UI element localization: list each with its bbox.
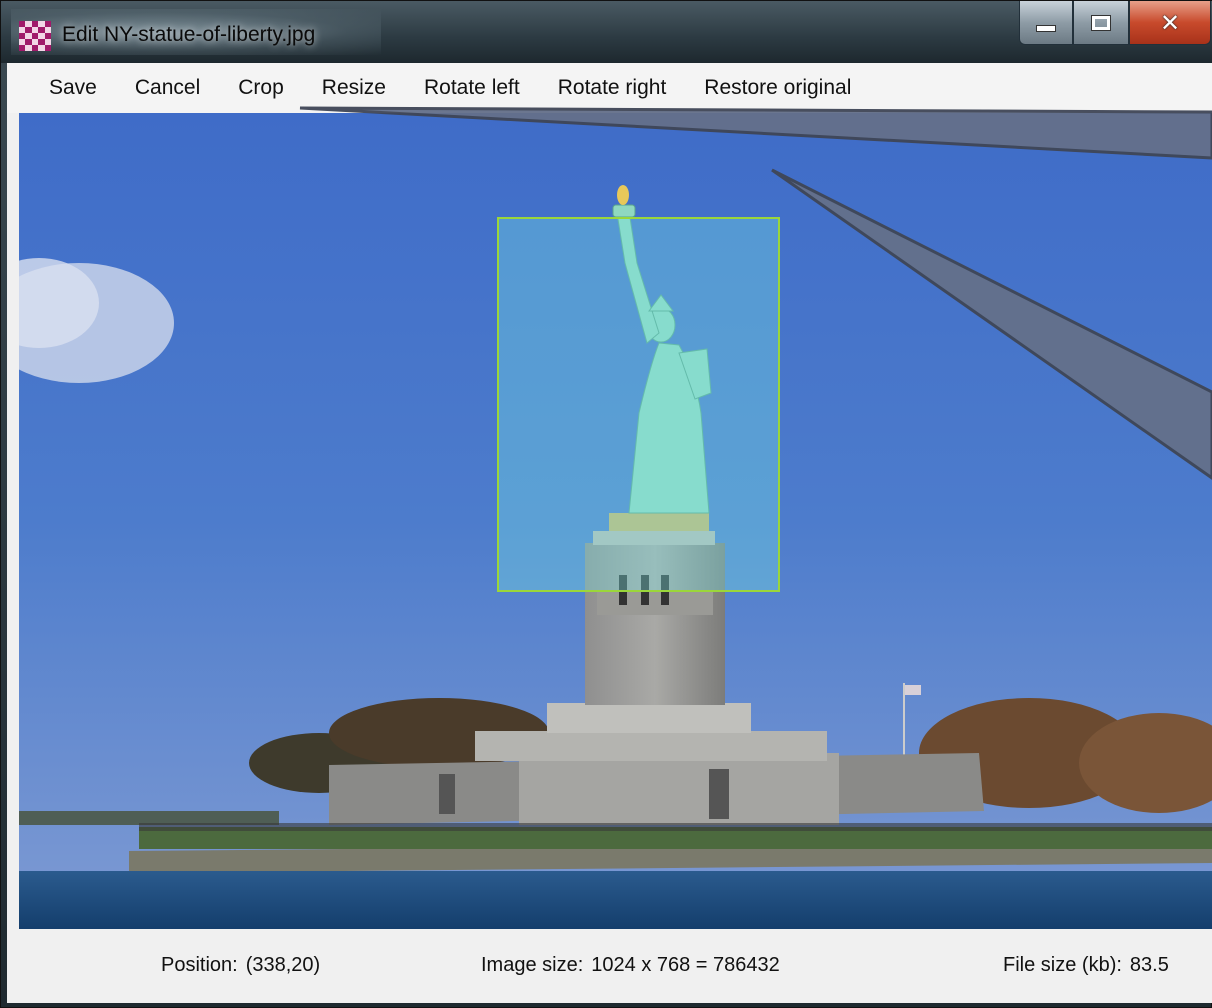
title-bar[interactable]: Edit NY-statue-of-liberty.jpg ✕ — [1, 1, 1212, 63]
minimize-icon — [1036, 25, 1056, 32]
image-size-label: Image size: — [481, 954, 584, 976]
crop-selection[interactable] — [497, 217, 780, 592]
menu-restore-original[interactable]: Restore original — [685, 63, 870, 113]
file-size-value: 83.5 — [1129, 954, 1169, 976]
position-label: Position: — [161, 954, 238, 976]
close-button[interactable]: ✕ — [1129, 1, 1211, 45]
minimize-button[interactable] — [1019, 1, 1073, 45]
menu-rotate-left[interactable]: Rotate left — [405, 63, 539, 113]
app-icon — [19, 21, 51, 51]
file-size-label: File size (kb): — [1003, 954, 1122, 976]
menu-cancel[interactable]: Cancel — [116, 63, 219, 113]
window-title: Edit NY-statue-of-liberty.jpg — [62, 23, 316, 46]
position-field: Position: (338,20) — [161, 951, 320, 979]
file-size-field: File size (kb): 83.5 — [1003, 951, 1169, 979]
position-value: (338,20) — [245, 954, 321, 976]
menu-rotate-right[interactable]: Rotate right — [539, 63, 686, 113]
app-icon-cell — [44, 45, 51, 51]
image-size-value: 1024 x 768 = 786432 — [591, 954, 780, 976]
editor-window: Edit NY-statue-of-liberty.jpg ✕ Save Can… — [0, 0, 1212, 1008]
caption-buttons: ✕ — [1011, 1, 1211, 47]
close-icon: ✕ — [1159, 8, 1181, 37]
client-area: Save Cancel Crop Resize Rotate left Rota… — [7, 63, 1212, 1003]
maximize-icon — [1091, 14, 1111, 31]
menu-crop[interactable]: Crop — [219, 63, 303, 113]
menu-bar: Save Cancel Crop Resize Rotate left Rota… — [7, 63, 1212, 113]
menu-save[interactable]: Save — [7, 63, 116, 113]
maximize-button[interactable] — [1073, 1, 1129, 45]
menu-resize[interactable]: Resize — [303, 63, 405, 113]
image-canvas[interactable] — [19, 113, 1212, 929]
image-size-field: Image size: 1024 x 768 = 786432 — [481, 951, 780, 979]
status-bar: Position: (338,20) Image size: 1024 x 768 … — [7, 929, 1212, 1003]
